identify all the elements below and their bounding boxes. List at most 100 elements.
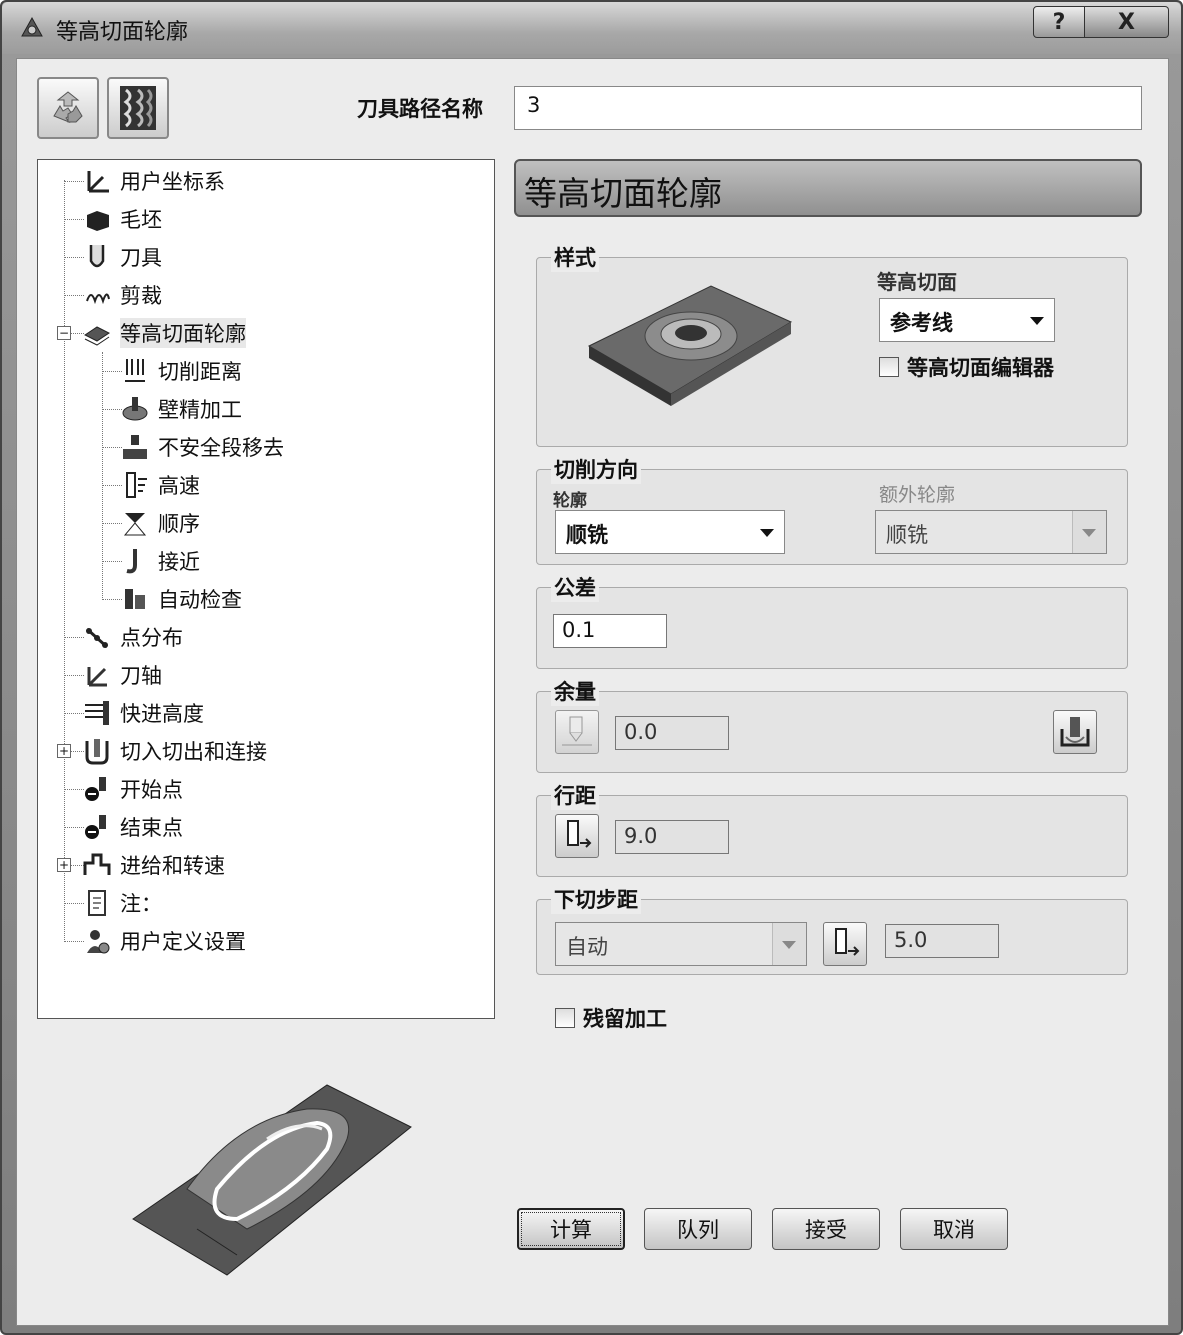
help-button[interactable]: ? xyxy=(1033,6,1085,38)
tree-item-approach[interactable]: 接近 xyxy=(120,543,200,579)
tree-item-rapid-height[interactable]: 快进高度 xyxy=(82,695,204,731)
extra-profile-direction-select[interactable]: 顺铣 xyxy=(875,510,1107,554)
tool-axis-icon xyxy=(82,660,112,690)
dialog-window: 等高切面轮廓 ? X 刀具路径名称 3 − + + 用户坐标系 毛坯 刀具 剪裁… xyxy=(0,0,1183,1335)
high-speed-icon xyxy=(120,470,150,500)
tree-item-user-defined-settings[interactable]: 用户定义设置 xyxy=(82,923,246,959)
feeds-speeds-icon xyxy=(82,850,112,880)
tolerance-input[interactable]: 0.1 xyxy=(553,614,667,648)
tree-item-order[interactable]: 顺序 xyxy=(120,505,200,541)
component-allowance-button[interactable] xyxy=(1053,710,1097,754)
tree-item-tool[interactable]: 刀具 xyxy=(82,239,162,275)
profile-direction-select[interactable]: 顺铣 xyxy=(555,510,785,554)
tree-item-stock[interactable]: 毛坯 xyxy=(82,201,162,237)
toolpath-app-icon xyxy=(21,16,43,37)
tool-copy-icon xyxy=(567,820,592,848)
style-group: 样式 等高切面 参考线 等高切面编辑器 xyxy=(536,242,1128,447)
constant-z-profile-icon xyxy=(82,318,112,348)
window-title: 等高切面轮廓 xyxy=(56,20,189,45)
stepover-input[interactable]: 9.0 xyxy=(615,820,729,854)
queue-button[interactable]: 队列 xyxy=(644,1208,752,1250)
recycle-toolpath-button[interactable] xyxy=(37,77,99,139)
tree-expand-toggle[interactable]: + xyxy=(57,744,71,758)
stepdown-mode-select[interactable]: 自动 xyxy=(555,922,807,966)
tree-item-leads-links[interactable]: 切入切出和连接 xyxy=(82,733,267,769)
auto-check-icon xyxy=(120,584,150,614)
tool-allowance-icon xyxy=(562,716,592,746)
tree-item-user-coordinate[interactable]: 用户坐标系 xyxy=(82,163,225,199)
tree-item-point-distribution[interactable]: 点分布 xyxy=(82,619,183,655)
checkbox-box[interactable] xyxy=(879,357,899,377)
tree-item-tool-axis[interactable]: 刀轴 xyxy=(82,657,162,693)
tree-item-feeds-speeds[interactable]: 进给和转速 xyxy=(82,847,225,883)
stepdown-copy-button[interactable] xyxy=(823,922,867,966)
profile-label: 轮廓 xyxy=(553,491,587,511)
toolpath-pattern-icon xyxy=(120,86,156,130)
start-point-icon xyxy=(82,774,112,804)
stepover-group: 行距 9.0 xyxy=(536,780,1128,877)
unsafe-segment-icon xyxy=(120,432,150,462)
part-preview-image xyxy=(132,1084,412,1276)
point-distribution-icon xyxy=(82,622,112,652)
allowance-group: 余量 0.0 xyxy=(536,676,1128,773)
leads-links-icon xyxy=(82,736,112,766)
toolpath-name-label: 刀具路径名称 xyxy=(357,97,483,121)
tree-expand-toggle[interactable]: + xyxy=(57,858,71,872)
title-bar[interactable]: 等高切面轮廓 ? X xyxy=(2,2,1181,54)
recycle-icon xyxy=(53,91,83,124)
tolerance-title: 公差 xyxy=(551,572,599,602)
stepover-copy-button[interactable] xyxy=(555,814,599,858)
calculate-button[interactable]: 计算 xyxy=(517,1208,625,1250)
tree-item-notes[interactable]: 注： xyxy=(82,885,162,921)
dropdown-arrow-icon xyxy=(760,529,774,537)
style-group-title: 样式 xyxy=(551,242,599,272)
tree-item-auto-check[interactable]: 自动检查 xyxy=(120,581,242,617)
allowance-input[interactable]: 0.0 xyxy=(615,716,729,750)
approach-icon xyxy=(120,546,150,576)
extra-profile-label: 额外轮廓 xyxy=(879,484,956,506)
tree-item-cut-distance[interactable]: 切削距离 xyxy=(120,353,242,389)
tree-item-trim[interactable]: 剪裁 xyxy=(82,277,162,313)
toolpath-settings-tree: − + + 用户坐标系 毛坯 刀具 剪裁 等高切面轮廓 切削距离 壁精加工 不安… xyxy=(37,159,495,1019)
notes-icon xyxy=(82,888,112,918)
contour-editor-checkbox[interactable]: 等高切面编辑器 xyxy=(879,352,1054,382)
rest-machining-checkbox[interactable]: 残留加工 xyxy=(555,1003,667,1033)
tool-copy-icon xyxy=(835,928,860,956)
stepover-title: 行距 xyxy=(551,780,599,810)
contour-style-preview xyxy=(587,285,793,406)
tree-item-constant-z-profile[interactable]: 等高切面轮廓 xyxy=(82,315,246,351)
stock-block-icon xyxy=(82,204,112,234)
rapid-height-icon xyxy=(82,698,112,728)
tree-collapse-toggle[interactable]: − xyxy=(57,326,71,340)
tolerance-group: 公差 0.1 xyxy=(536,572,1128,669)
toolpath-preview-button[interactable] xyxy=(107,77,169,139)
cut-direction-group: 切削方向 轮廓 顺铣 额外轮廓 顺铣 xyxy=(536,454,1128,565)
coordinate-axes-icon xyxy=(82,166,112,196)
strategy-header: 等高切面轮廓 xyxy=(514,159,1142,217)
tree-item-unsafe-segment-removal[interactable]: 不安全段移去 xyxy=(120,429,284,465)
ball-tool-icon xyxy=(82,242,112,272)
dropdown-arrow-icon xyxy=(1082,529,1096,537)
tree-item-wall-finish[interactable]: 壁精加工 xyxy=(120,391,242,427)
checkbox-box[interactable] xyxy=(555,1008,575,1028)
stepdown-input[interactable]: 5.0 xyxy=(885,924,999,958)
cancel-button[interactable]: 取消 xyxy=(900,1208,1008,1250)
tree-item-start-point[interactable]: 开始点 xyxy=(82,771,183,807)
close-button[interactable]: X xyxy=(1085,6,1169,38)
dialog-client-area: 刀具路径名称 3 − + + 用户坐标系 毛坯 刀具 剪裁 等高切面轮廓 切削距… xyxy=(16,58,1169,1326)
stepdown-title: 下切步距 xyxy=(551,884,641,914)
dropdown-arrow-icon xyxy=(1030,317,1044,325)
trim-icon xyxy=(82,280,112,310)
cut-distance-icon xyxy=(120,356,150,386)
allowance-title: 余量 xyxy=(551,676,599,706)
end-point-icon xyxy=(82,812,112,842)
toolpath-name-input[interactable]: 3 xyxy=(514,86,1142,130)
allowance-type-button[interactable] xyxy=(555,710,599,754)
tree-item-high-speed[interactable]: 高速 xyxy=(120,467,200,503)
dropdown-arrow-icon xyxy=(782,941,796,949)
accept-button[interactable]: 接受 xyxy=(772,1208,880,1250)
order-icon xyxy=(120,508,150,538)
cut-direction-title: 切削方向 xyxy=(551,454,641,484)
contour-select[interactable]: 参考线 xyxy=(879,298,1055,342)
tree-item-end-point[interactable]: 结束点 xyxy=(82,809,183,845)
